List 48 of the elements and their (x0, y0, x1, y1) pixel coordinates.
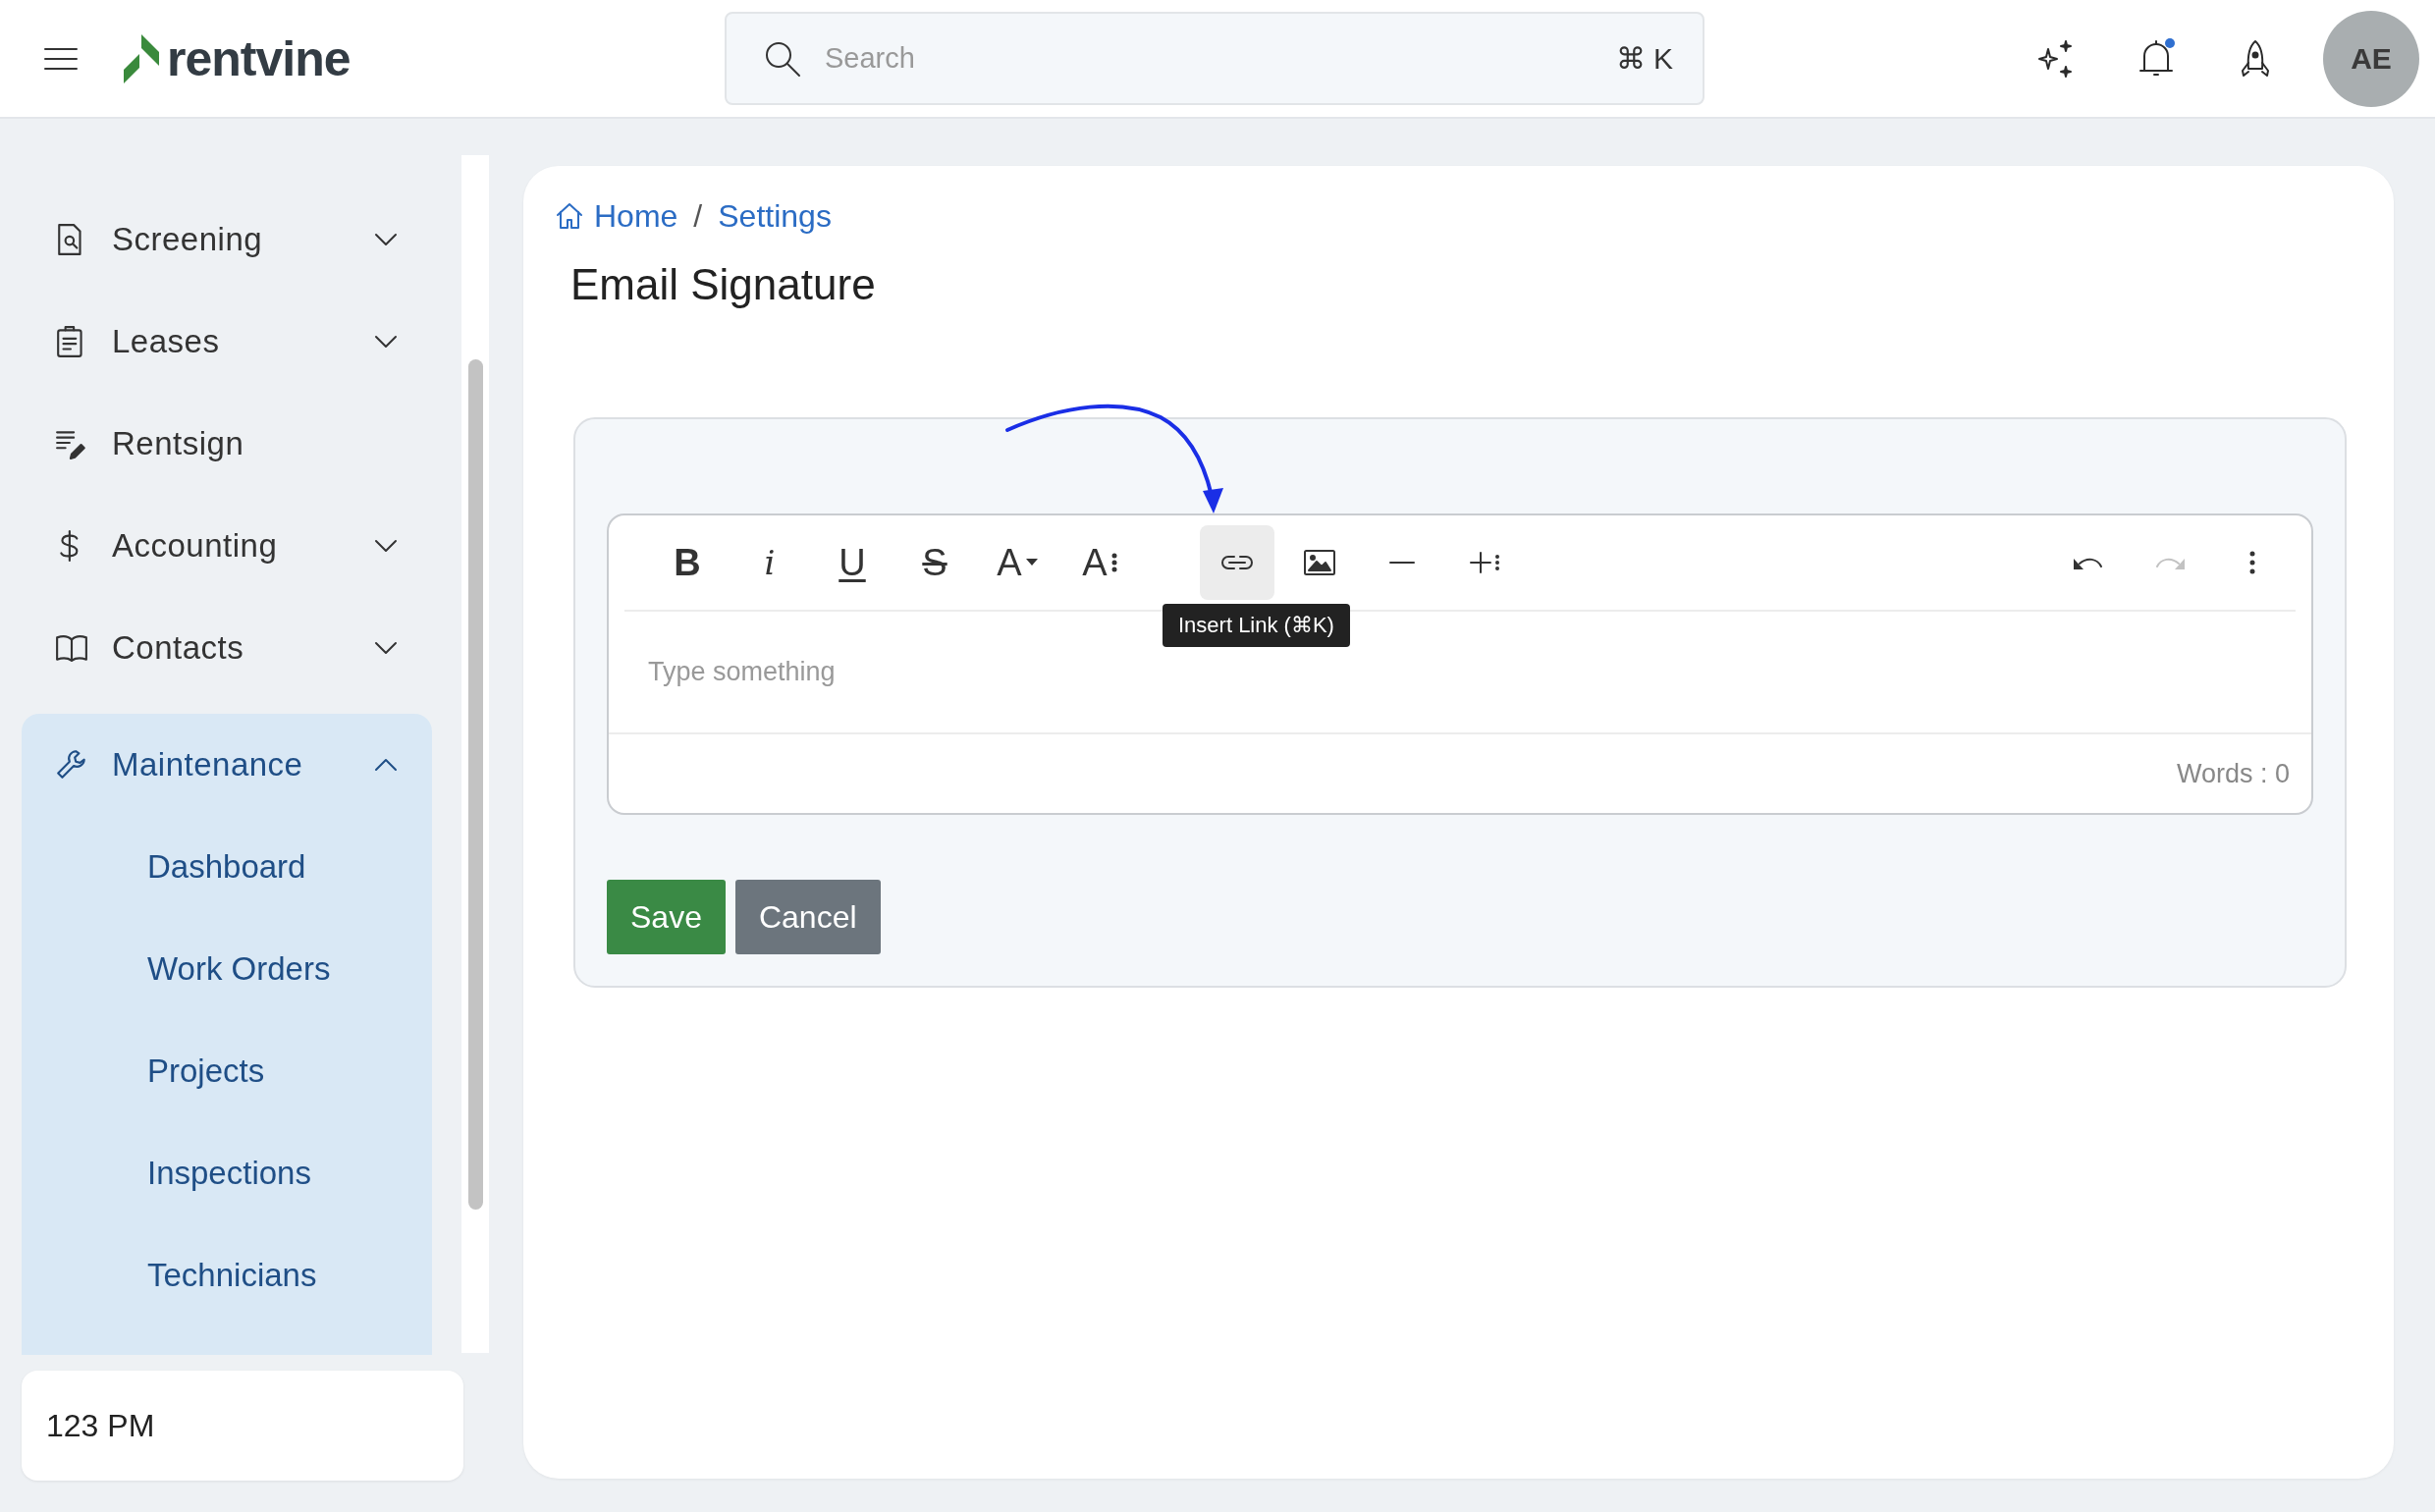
nav-subitem[interactable]: Technicians (22, 1224, 432, 1326)
strikethrough-button[interactable]: S (897, 525, 972, 600)
italic-button[interactable]: i (732, 525, 807, 600)
tooltip: Insert Link (⌘K) (1163, 604, 1350, 647)
search-field[interactable]: Search (823, 41, 1595, 76)
rocket-icon[interactable] (2239, 38, 2272, 79)
nav-subitem[interactable]: Work Orders (22, 918, 432, 1020)
minus-icon (1389, 561, 1415, 565)
link-icon (1221, 555, 1253, 570)
search-bar[interactable]: Search ⌘ K (725, 12, 1704, 105)
text-color-button[interactable]: A (980, 525, 1055, 600)
breadcrumb-link[interactable]: Home (555, 197, 678, 235)
breadcrumb-link[interactable]: Settings (718, 197, 832, 235)
logo[interactable]: rentvine (124, 33, 351, 83)
underline-button[interactable]: U (815, 525, 890, 600)
image-icon (1304, 550, 1335, 575)
nav-item[interactable]: Contacts (22, 597, 432, 699)
status-card: 123 PM (22, 1371, 463, 1481)
logo-text: rentvine (167, 33, 351, 83)
font-size-button[interactable]: A (1062, 525, 1137, 600)
nav-subitem[interactable]: Projects (22, 1020, 432, 1122)
cancel-button[interactable]: Cancel (734, 880, 881, 954)
nav-item[interactable]: Rentsign (22, 393, 432, 495)
save-button[interactable]: Save (607, 880, 726, 954)
nav-item[interactable]: Accounting (22, 495, 432, 597)
scrollbar-thumb[interactable] (467, 359, 483, 1210)
nav-item[interactable]: Leases (22, 291, 432, 393)
leaf-icon (124, 33, 159, 83)
home-icon (555, 201, 584, 231)
menu-icon[interactable] (44, 45, 78, 72)
nav-item[interactable]: Screening (22, 189, 432, 291)
insert-link-button[interactable] (1200, 525, 1274, 600)
plus-icon (1469, 552, 1500, 573)
shortcut-hint: ⌘ K (1615, 41, 1673, 76)
nav-subitem[interactable]: Inspections (22, 1122, 432, 1224)
nav-subitem[interactable]: Dashboard (22, 816, 432, 918)
placeholder-text: Type something (648, 657, 837, 687)
page-title: Email Signature (570, 260, 877, 309)
nav-item[interactable]: Maintenance (22, 714, 432, 816)
more-icon (2249, 551, 2255, 574)
word-count: Words : 0 (2176, 758, 2290, 789)
breadcrumb-separator: / (693, 197, 703, 235)
user-avatar[interactable]: AE (2323, 10, 2419, 107)
bold-button[interactable]: B (650, 525, 725, 600)
caret-icon (1025, 559, 1038, 567)
search-icon (764, 39, 801, 78)
dots-icon (1110, 553, 1117, 572)
maintenance-icon (55, 748, 88, 782)
